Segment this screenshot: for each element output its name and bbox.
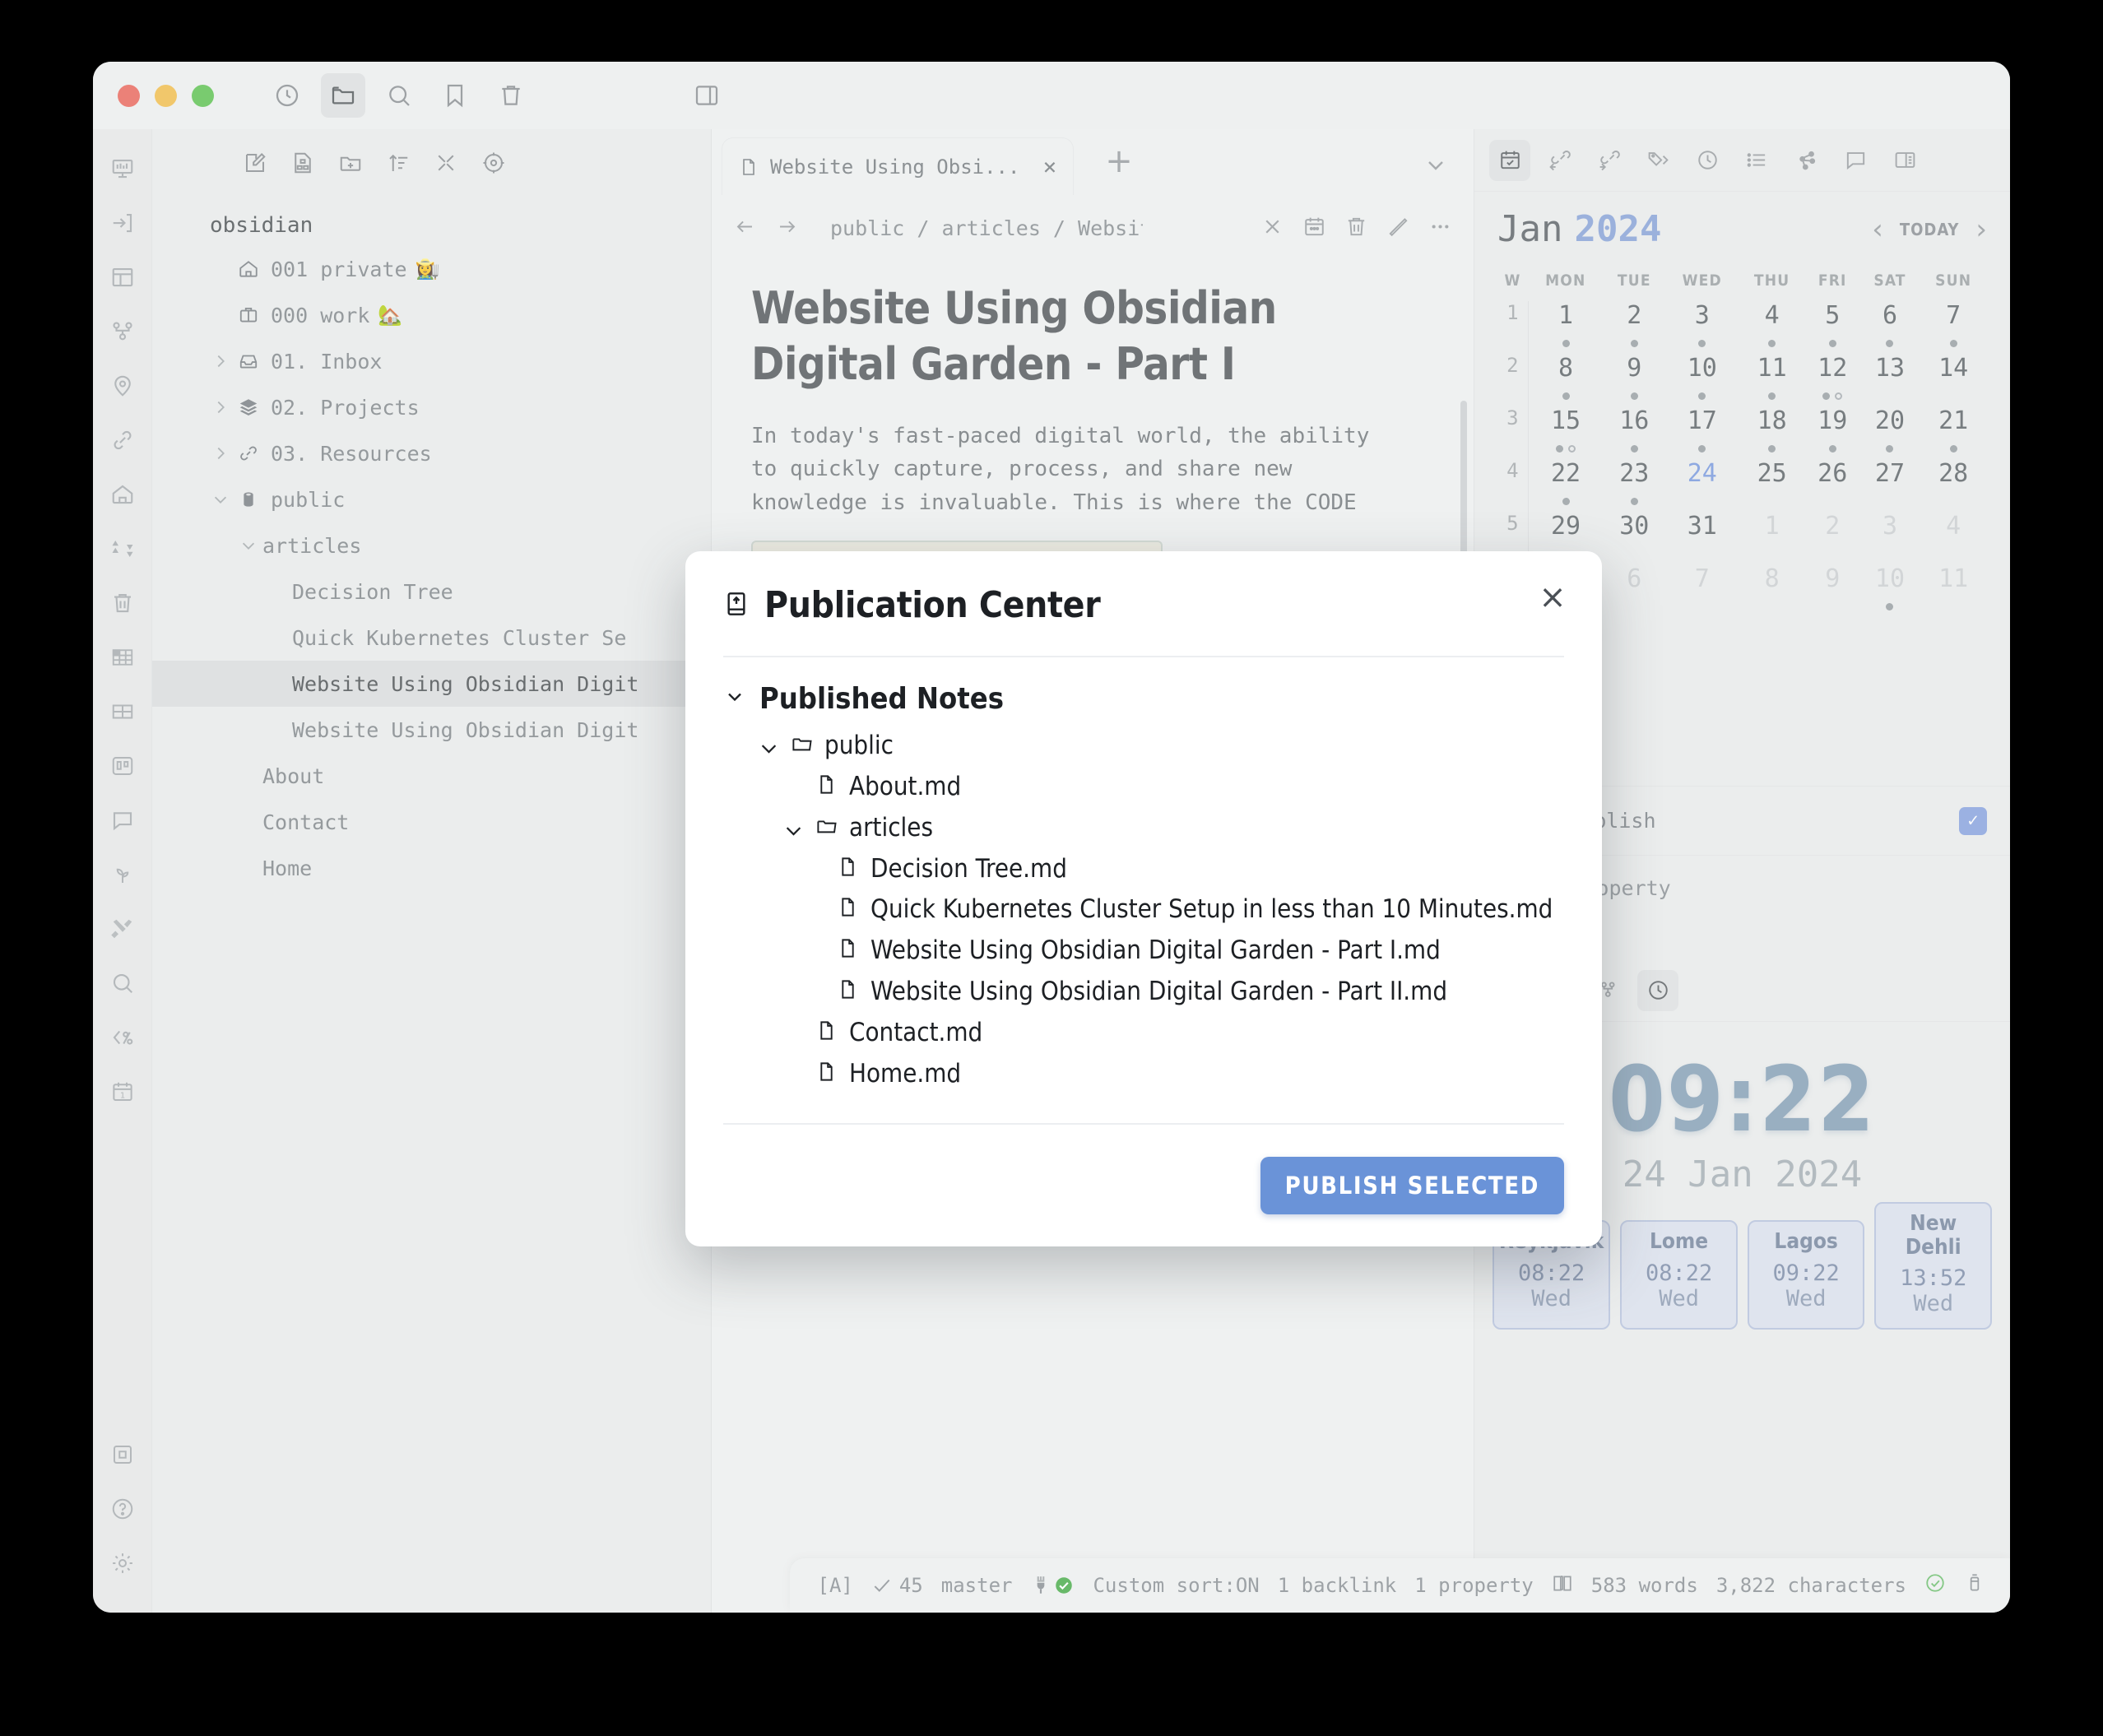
chevron-down-icon[interactable] bbox=[723, 682, 746, 716]
modal-tree-item-about-md[interactable]: About.md bbox=[782, 770, 1564, 805]
publish-upload-icon bbox=[723, 584, 750, 626]
modal-tree-item-label: Quick Kubernetes Cluster Setup in less t… bbox=[870, 894, 1553, 925]
close-icon[interactable]: × bbox=[1534, 579, 1571, 615]
file-icon bbox=[837, 934, 859, 959]
modal-overlay[interactable]: × Publication Center Published Notes pub… bbox=[93, 62, 2010, 1613]
published-notes-header[interactable]: Published Notes bbox=[723, 682, 1564, 716]
dialog-title: Publication Center bbox=[764, 584, 1101, 626]
modal-tree-item-public[interactable]: public bbox=[758, 729, 1564, 764]
published-notes-section: Published Notes public About.md articles De… bbox=[723, 682, 1564, 1139]
dialog-footer: PUBLISH SELECTED bbox=[723, 1123, 1564, 1246]
modal-tree-item-label: articles bbox=[849, 812, 934, 842]
obsidian-window: 1 obsidian 001 private 👩‍🌾 000 work 🏡 01. In… bbox=[93, 62, 2010, 1613]
modal-tree-item-label: public bbox=[824, 731, 894, 760]
chevron-down-icon[interactable] bbox=[758, 734, 779, 759]
modal-tree-item-label: Website Using Obsidian Digital Garden - … bbox=[870, 977, 1448, 1007]
dialog-title-row: Publication Center bbox=[723, 584, 1564, 626]
folder-open-icon bbox=[791, 729, 813, 754]
modal-tree-item-website-using-obsidian-digital-garden-part-i-md[interactable]: Website Using Obsidian Digital Garden - … bbox=[804, 934, 1564, 968]
publish-selected-button[interactable]: PUBLISH SELECTED bbox=[1260, 1157, 1564, 1214]
modal-tree-item-home-md[interactable]: Home.md bbox=[782, 1057, 1564, 1092]
published-notes-label: Published Notes bbox=[759, 682, 1005, 716]
modal-tree-item-articles[interactable]: articles bbox=[782, 811, 1564, 846]
modal-tree-item-quick-kubernetes-cluster-setup-in-less-than-10-minutes-md[interactable]: Quick Kubernetes Cluster Setup in less t… bbox=[804, 893, 1564, 927]
file-icon bbox=[837, 852, 859, 878]
file-icon bbox=[837, 893, 859, 918]
modal-tree-item-label: Contact.md bbox=[849, 1017, 983, 1047]
folder-open-icon bbox=[815, 811, 838, 837]
modal-tree-item-label: Decision Tree.md bbox=[870, 853, 1067, 884]
file-icon bbox=[815, 770, 838, 796]
modal-tree-item-website-using-obsidian-digital-garden-part-ii-md[interactable]: Website Using Obsidian Digital Garden - … bbox=[804, 975, 1564, 1010]
file-icon bbox=[815, 1057, 838, 1083]
modal-file-tree: public About.md articles Decision Tree.md Qu… bbox=[723, 729, 1564, 1092]
modal-tree-item-label: Website Using Obsidian Digital Garden - … bbox=[870, 935, 1441, 966]
modal-tree-item-decision-tree-md[interactable]: Decision Tree.md bbox=[804, 852, 1564, 887]
file-icon bbox=[815, 1016, 838, 1042]
file-icon bbox=[837, 975, 859, 1000]
modal-tree-item-label: About.md bbox=[849, 771, 962, 801]
publication-center-dialog: × Publication Center Published Notes pub… bbox=[685, 551, 1602, 1246]
chevron-down-icon[interactable] bbox=[782, 816, 804, 842]
modal-tree-item-contact-md[interactable]: Contact.md bbox=[782, 1016, 1564, 1051]
dialog-divider bbox=[723, 656, 1564, 657]
modal-tree-item-label: Home.md bbox=[849, 1058, 962, 1088]
